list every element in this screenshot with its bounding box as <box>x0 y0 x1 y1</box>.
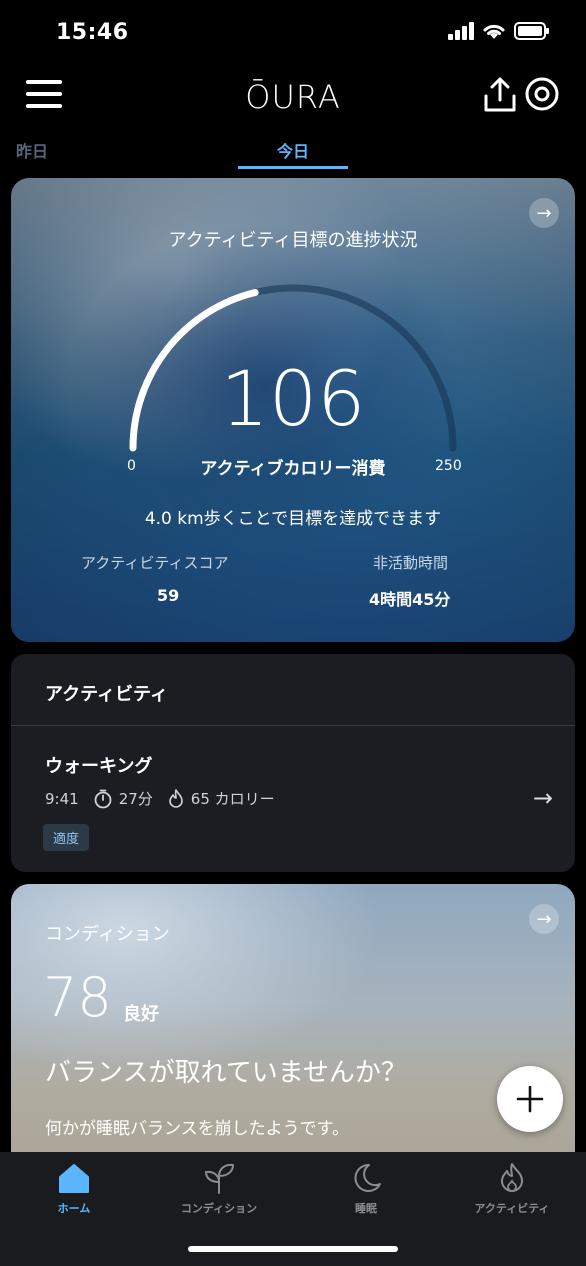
tab-yesterday[interactable]: 昨日 <box>16 138 48 162</box>
condition-card[interactable]: → コンディション 78 良好 バランスが取れていませんか？ 何かが睡眠バランス… <box>11 884 575 1184</box>
nav-activity-label: アクティビティ <box>474 1202 550 1215</box>
flame-icon <box>168 788 183 808</box>
share-icon[interactable] <box>480 76 520 114</box>
activity-score-label: アクティビティスコア <box>81 554 229 572</box>
ring-icon[interactable] <box>524 76 560 112</box>
wifi-icon <box>483 24 505 39</box>
status-time: 15:46 <box>56 20 129 45</box>
nav-home-label: ホーム <box>57 1202 91 1215</box>
activity-list-card: アクティビティ ウォーキング 9:41 27分 65 カロリー → 適度 <box>11 654 575 872</box>
gauge-max-label: 250 <box>435 458 462 474</box>
activity-goal-title: アクティビティ目標の進捗状況 <box>168 230 418 251</box>
workout-duration: 27分 <box>118 790 153 808</box>
workout-meta: 9:41 27分 65 カロリー <box>45 788 275 809</box>
tab-today[interactable]: 今日 <box>238 138 348 162</box>
nav-condition[interactable]: コンディション <box>159 1162 279 1216</box>
activity-list-title: アクティビティ <box>45 684 168 705</box>
gauge-min-label: 0 <box>127 458 136 474</box>
status-icons <box>448 22 550 40</box>
nav-sleep[interactable]: 睡眠 <box>306 1162 426 1216</box>
condition-heading: バランスが取れていませんか？ <box>45 1058 407 1088</box>
arrow-right-icon[interactable]: → <box>529 198 559 228</box>
home-icon <box>59 1164 89 1193</box>
condition-title: コンディション <box>45 924 170 945</box>
goal-hint: 4.0 km歩くことで目標を達成できます <box>144 509 442 529</box>
arrow-right-icon[interactable]: → <box>529 904 559 934</box>
flame-icon <box>501 1163 523 1192</box>
stopwatch-icon <box>94 789 112 808</box>
sprout-icon <box>205 1163 234 1194</box>
divider <box>11 725 575 726</box>
add-button[interactable] <box>497 1066 563 1132</box>
battery-icon <box>514 22 549 40</box>
nav-activity[interactable]: アクティビティ <box>452 1162 572 1216</box>
intensity-badge: 適度 <box>43 824 90 851</box>
condition-score: 78 <box>43 966 112 1029</box>
activity-score-value: 59 <box>157 586 180 605</box>
home-indicator <box>188 1246 398 1252</box>
plus-icon <box>516 1085 544 1113</box>
nav-condition-label: コンディション <box>180 1202 258 1215</box>
nav-home[interactable]: ホーム <box>14 1162 134 1216</box>
active-calories-value: 106 <box>220 354 366 443</box>
activity-goal-card[interactable]: → アクティビティ目標の進捗状況 106 アクティブカロリー消費 0 250 4… <box>11 178 575 642</box>
inactive-time-label: 非活動時間 <box>373 554 449 572</box>
condition-description: 何かが睡眠バランスを崩したようです。 <box>45 1119 349 1139</box>
arrow-right-icon[interactable]: → <box>533 784 553 812</box>
signal-icon <box>448 22 474 40</box>
workout-name[interactable]: ウォーキング <box>45 752 152 778</box>
active-calories-label: アクティブカロリー消費 <box>200 459 386 479</box>
workout-time: 9:41 <box>45 789 79 808</box>
nav-sleep-label: 睡眠 <box>355 1202 377 1215</box>
condition-score-label: 良好 <box>123 1004 159 1025</box>
moon-icon <box>354 1163 381 1192</box>
inactive-time-value: 4時間45分 <box>369 590 451 609</box>
tab-indicator <box>238 166 348 169</box>
workout-calories: 65 カロリー <box>190 790 275 808</box>
